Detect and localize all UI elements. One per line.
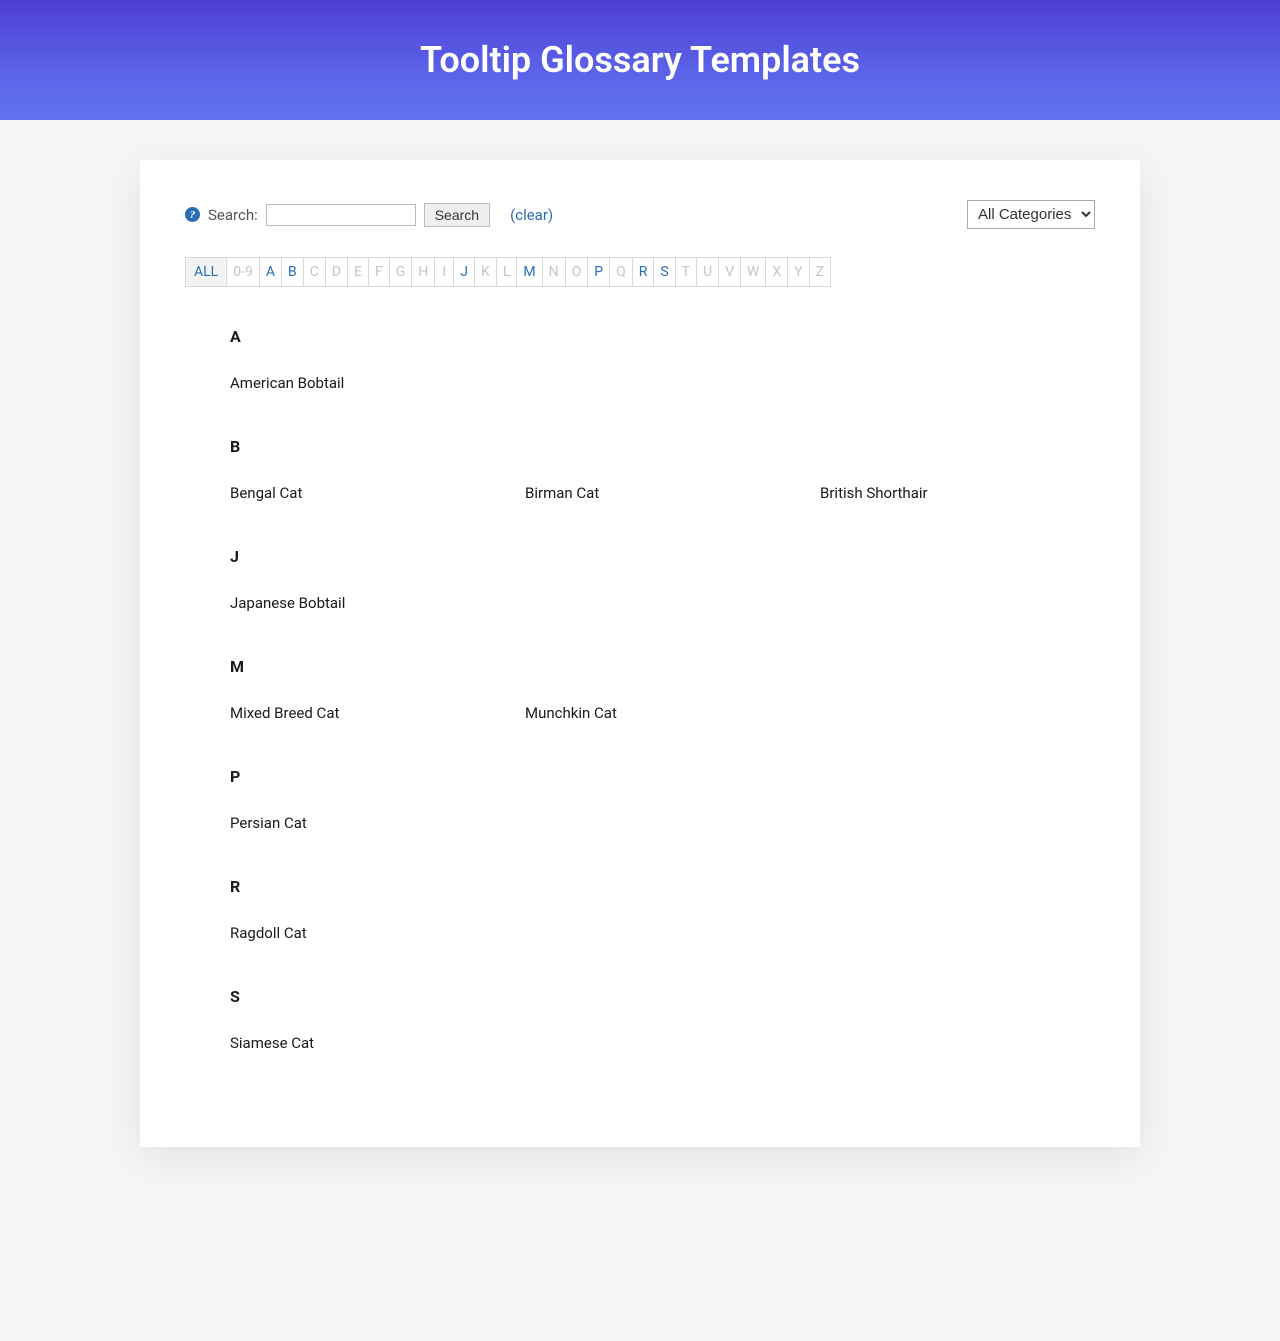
section-letter: S bbox=[230, 987, 1095, 1006]
glossary-term[interactable]: Persian Cat bbox=[230, 814, 505, 832]
alpha-cell-k: K bbox=[474, 257, 497, 287]
alpha-cell-p[interactable]: P bbox=[587, 257, 610, 287]
alpha-cell-i: I bbox=[434, 257, 454, 287]
glossary-section-s: S Siamese Cat bbox=[230, 987, 1095, 1052]
terms-grid: Ragdoll Cat bbox=[230, 924, 1095, 942]
glossary-section-a: A American Bobtail bbox=[230, 327, 1095, 392]
terms-grid: American Bobtail bbox=[230, 374, 1095, 392]
glossary-section-r: R Ragdoll Cat bbox=[230, 877, 1095, 942]
glossary-card: ? Search: Search (clear) All Categories … bbox=[140, 160, 1140, 1147]
glossary-term[interactable]: Mixed Breed Cat bbox=[230, 704, 505, 722]
glossary-term[interactable]: Bengal Cat bbox=[230, 484, 505, 502]
alpha-cell-c: C bbox=[303, 257, 326, 287]
alpha-cell-n: N bbox=[542, 257, 566, 287]
section-letter: J bbox=[230, 547, 1095, 566]
alpha-cell-v: V bbox=[718, 257, 741, 287]
terms-grid: Japanese Bobtail bbox=[230, 594, 1095, 612]
alpha-cell-m[interactable]: M bbox=[516, 257, 542, 287]
alpha-cell-t: T bbox=[675, 257, 697, 287]
glossary-term[interactable]: Siamese Cat bbox=[230, 1034, 505, 1052]
alpha-cell-o: O bbox=[565, 257, 589, 287]
help-icon[interactable]: ? bbox=[185, 207, 200, 222]
alpha-cell-l: L bbox=[496, 257, 518, 287]
clear-link[interactable]: (clear) bbox=[510, 206, 553, 224]
section-letter: M bbox=[230, 657, 1095, 676]
glossary-term[interactable]: Ragdoll Cat bbox=[230, 924, 505, 942]
alpha-cell-x: X bbox=[765, 257, 788, 287]
section-letter: P bbox=[230, 767, 1095, 786]
search-label: Search: bbox=[208, 206, 258, 224]
hero-banner: Tooltip Glossary Templates bbox=[0, 0, 1280, 120]
alpha-cell-e: E bbox=[347, 257, 369, 287]
card-wrap: ? Search: Search (clear) All Categories … bbox=[0, 120, 1280, 1227]
alpha-cell-z: Z bbox=[809, 257, 831, 287]
alpha-cell-all[interactable]: ALL bbox=[185, 257, 227, 287]
alpha-nav: ALL0-9ABCDEFGHIJKLMNOPQRSTUVWXYZ bbox=[185, 257, 1095, 287]
glossary-term[interactable]: Munchkin Cat bbox=[525, 704, 800, 722]
alpha-cell-u: U bbox=[696, 257, 719, 287]
alpha-cell-y: Y bbox=[787, 257, 809, 287]
alpha-cell-0-9: 0-9 bbox=[226, 257, 260, 287]
alpha-cell-b[interactable]: B bbox=[281, 257, 304, 287]
alpha-cell-d: D bbox=[325, 257, 348, 287]
glossary-section-p: P Persian Cat bbox=[230, 767, 1095, 832]
category-select[interactable]: All Categories bbox=[967, 200, 1095, 229]
glossary-term[interactable]: British Shorthair bbox=[820, 484, 1095, 502]
alpha-cell-a[interactable]: A bbox=[259, 257, 282, 287]
section-letter: A bbox=[230, 327, 1095, 346]
glossary-content: A American Bobtail B Bengal Cat Birman Cat Br… bbox=[185, 327, 1095, 1052]
alpha-cell-g: G bbox=[389, 257, 413, 287]
terms-grid: Bengal Cat Birman Cat British Shorthair bbox=[230, 484, 1095, 502]
glossary-section-b: B Bengal Cat Birman Cat British Shorthair bbox=[230, 437, 1095, 502]
alpha-cell-q: Q bbox=[609, 257, 633, 287]
glossary-term[interactable]: Japanese Bobtail bbox=[230, 594, 505, 612]
glossary-term[interactable]: Birman Cat bbox=[525, 484, 800, 502]
search-button[interactable]: Search bbox=[424, 203, 490, 227]
glossary-term[interactable]: American Bobtail bbox=[230, 374, 505, 392]
search-toolbar: ? Search: Search (clear) All Categories bbox=[185, 200, 1095, 229]
terms-grid: Mixed Breed Cat Munchkin Cat bbox=[230, 704, 1095, 722]
alpha-cell-h: H bbox=[411, 257, 435, 287]
terms-grid: Siamese Cat bbox=[230, 1034, 1095, 1052]
section-letter: B bbox=[230, 437, 1095, 456]
page-title: Tooltip Glossary Templates bbox=[420, 39, 860, 81]
alpha-cell-f: F bbox=[368, 257, 390, 287]
alpha-cell-w: W bbox=[740, 257, 766, 287]
alpha-cell-j[interactable]: J bbox=[453, 257, 475, 287]
alpha-cell-s[interactable]: S bbox=[653, 257, 675, 287]
glossary-section-m: M Mixed Breed Cat Munchkin Cat bbox=[230, 657, 1095, 722]
terms-grid: Persian Cat bbox=[230, 814, 1095, 832]
alpha-cell-r[interactable]: R bbox=[632, 257, 655, 287]
search-input[interactable] bbox=[266, 204, 416, 226]
glossary-section-j: J Japanese Bobtail bbox=[230, 547, 1095, 612]
section-letter: R bbox=[230, 877, 1095, 896]
